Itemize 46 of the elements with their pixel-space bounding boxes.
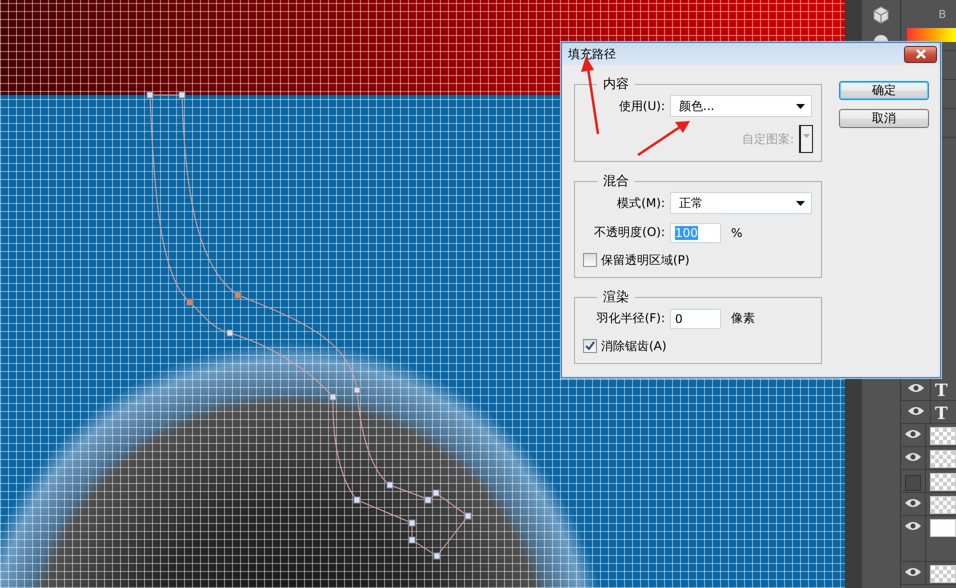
annotation-arrow [637, 121, 690, 156]
layer-thumbnail[interactable] [930, 473, 956, 491]
panel-header: B [938, 8, 946, 20]
eye-icon[interactable] [904, 452, 922, 462]
field-label: 使用(U): [618, 98, 665, 114]
eye-icon[interactable] [906, 383, 924, 393]
close-icon [914, 49, 926, 59]
close-button[interactable] [904, 46, 937, 62]
checkbox-box[interactable] [583, 253, 597, 267]
input-field[interactable]: 0 [670, 308, 721, 328]
dialog-button[interactable]: 取消 [839, 109, 929, 128]
eye-icon[interactable] [904, 521, 922, 531]
checkbox-label[interactable]: 保留透明区域(P) [601, 252, 690, 268]
dialog-button[interactable]: 确定 [839, 81, 929, 100]
text-layer-glyph: T [935, 381, 948, 401]
eye-icon[interactable] [906, 406, 924, 416]
layer-thumbnail[interactable] [930, 450, 956, 468]
caret-icon [803, 134, 810, 138]
eye-icon[interactable] [904, 498, 922, 508]
field-label: 不透明度(O): [593, 224, 665, 241]
field-label: 模式(M): [616, 194, 665, 212]
caret-icon [796, 200, 805, 206]
checkbox-label[interactable]: 消除锯齿(A) [601, 338, 667, 354]
group-legend: 混合 [597, 172, 635, 190]
eye-icon[interactable] [904, 429, 922, 439]
checkbox-box[interactable] [583, 339, 597, 353]
layer-thumbnail[interactable] [930, 519, 956, 537]
check-icon [585, 341, 595, 351]
visibility-toggle[interactable] [905, 475, 921, 491]
color-ramp[interactable] [907, 28, 956, 42]
layer-thumbnail[interactable] [930, 565, 956, 583]
layer-thumbnail[interactable] [930, 496, 956, 514]
group-legend: 渲染 [597, 288, 635, 306]
dropdown[interactable]: 正常 [670, 192, 812, 214]
cube-icon[interactable] [872, 6, 890, 24]
field-label: 羽化半径(F): [596, 310, 665, 327]
field-label: 自定图案: [742, 130, 794, 148]
dialog-title: 填充路径 [568, 46, 616, 62]
caret-icon [796, 104, 805, 108]
unit-label: 像素 [731, 310, 755, 327]
dropdown[interactable]: 颜色... [670, 95, 812, 117]
group-legend: 内容 [597, 75, 635, 93]
eye-icon[interactable] [904, 567, 922, 577]
unit-label: % [731, 226, 742, 240]
text-layer-glyph: T [935, 404, 948, 424]
layer-thumbnail[interactable] [930, 427, 956, 445]
